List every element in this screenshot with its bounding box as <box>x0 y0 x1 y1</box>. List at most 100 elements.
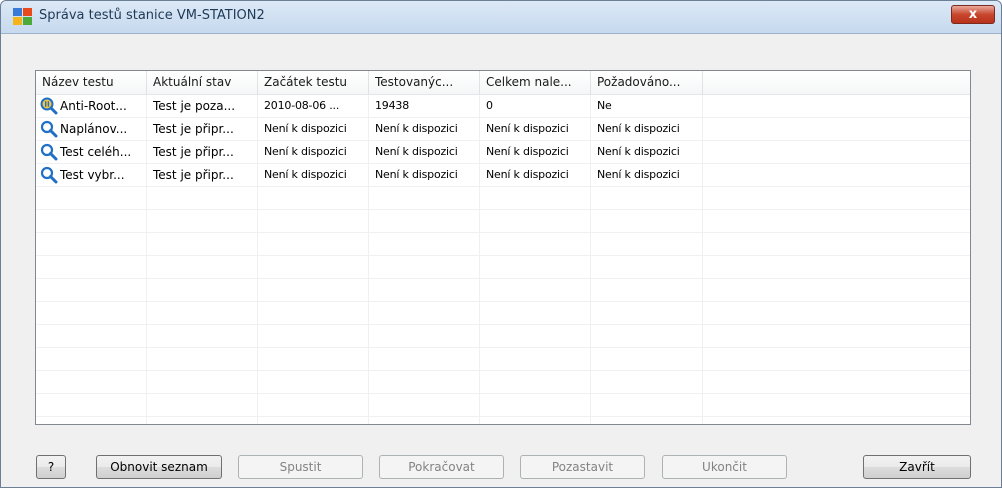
table-row[interactable]: Anti-Root... Test je poza... 2010-08-06 ..… <box>36 95 970 118</box>
empty-cell <box>369 256 480 278</box>
table-cell: 19438 <box>369 95 480 117</box>
empty-cell <box>36 302 147 324</box>
test-name-cell: Naplánov... <box>36 118 147 140</box>
column-header-start[interactable]: Začátek testu <box>258 71 369 94</box>
empty-cell <box>258 256 369 278</box>
resume-button[interactable]: Pokračovat <box>379 455 504 479</box>
empty-cell <box>369 233 480 255</box>
empty-cell <box>258 325 369 347</box>
empty-cell <box>147 394 258 416</box>
column-header-found[interactable]: Celkem nale... <box>480 71 591 94</box>
table-cell-filler <box>703 164 970 186</box>
test-name-text: Anti-Root... <box>60 99 127 113</box>
list-rows: Anti-Root... Test je poza... 2010-08-06 ..… <box>36 95 970 424</box>
title-bar[interactable]: Správa testů stanice VM-STATION2 x <box>1 1 1001 34</box>
empty-cell <box>480 233 591 255</box>
table-cell: Není k dispozici <box>591 118 703 140</box>
empty-cell <box>36 394 147 416</box>
empty-cell <box>369 417 480 424</box>
test-name-cell: Test celéh... <box>36 141 147 163</box>
empty-row <box>36 302 970 325</box>
empty-cell <box>591 325 703 347</box>
table-cell: Není k dispozici <box>480 141 591 163</box>
empty-cell <box>369 302 480 324</box>
table-row[interactable]: Test vybr... Test je připr... Není k dispo… <box>36 164 970 187</box>
empty-cell <box>258 417 369 424</box>
empty-cell <box>36 187 147 209</box>
table-cell: Test je připr... <box>147 118 258 140</box>
empty-cell <box>480 394 591 416</box>
empty-cell <box>703 325 970 347</box>
empty-cell <box>369 325 480 347</box>
empty-cell <box>703 371 970 393</box>
empty-cell <box>147 325 258 347</box>
close-button[interactable]: Zavřít <box>863 455 971 479</box>
empty-cell <box>369 371 480 393</box>
stop-button[interactable]: Ukončit <box>662 455 787 479</box>
table-row[interactable]: Test celéh... Test je připr... Není k disp… <box>36 141 970 164</box>
empty-cell <box>369 348 480 370</box>
empty-cell <box>703 279 970 301</box>
test-name-text: Test celéh... <box>60 145 132 159</box>
list-header: Název testu Aktuální stav Začátek testu … <box>36 71 970 95</box>
start-button[interactable]: Spustit <box>238 455 363 479</box>
empty-cell <box>591 233 703 255</box>
refresh-list-button[interactable]: Obnovit seznam <box>96 455 222 479</box>
empty-cell <box>591 348 703 370</box>
empty-cell <box>703 210 970 232</box>
empty-cell <box>258 394 369 416</box>
window-close-button[interactable]: x <box>951 5 995 24</box>
empty-cell <box>591 210 703 232</box>
empty-cell <box>703 187 970 209</box>
empty-cell <box>591 187 703 209</box>
tests-list[interactable]: Název testu Aktuální stav Začátek testu … <box>35 70 971 425</box>
empty-cell <box>480 348 591 370</box>
table-cell: Není k dispozici <box>258 118 369 140</box>
avg-logo-icon <box>13 8 32 25</box>
empty-cell <box>36 210 147 232</box>
empty-row <box>36 394 970 417</box>
empty-cell <box>258 187 369 209</box>
empty-cell <box>480 210 591 232</box>
empty-cell <box>147 417 258 424</box>
paused-scan-icon <box>40 97 58 115</box>
pause-button[interactable]: Pozastavit <box>520 455 645 479</box>
empty-cell <box>147 348 258 370</box>
empty-row <box>36 210 970 233</box>
column-header-status[interactable]: Aktuální stav <box>147 71 258 94</box>
empty-cell <box>591 279 703 301</box>
empty-cell <box>369 187 480 209</box>
help-button[interactable]: ? <box>36 455 66 479</box>
empty-cell <box>591 256 703 278</box>
table-cell-filler <box>703 141 970 163</box>
test-name-text: Naplánov... <box>60 122 128 136</box>
empty-cell <box>703 417 970 424</box>
empty-cell <box>147 371 258 393</box>
empty-cell <box>369 394 480 416</box>
empty-cell <box>480 302 591 324</box>
column-header-tested[interactable]: Testovanýc... <box>369 71 480 94</box>
table-cell: Test je připr... <box>147 141 258 163</box>
table-cell: Není k dispozici <box>369 141 480 163</box>
empty-cell <box>703 233 970 255</box>
column-header-required[interactable]: Požadováno... <box>591 71 703 94</box>
magnifier-icon <box>40 166 58 184</box>
table-cell: Není k dispozici <box>369 118 480 140</box>
column-header-filler <box>703 71 970 94</box>
empty-cell <box>147 233 258 255</box>
empty-cell <box>258 371 369 393</box>
empty-cell <box>147 210 258 232</box>
empty-cell <box>36 279 147 301</box>
empty-cell <box>591 371 703 393</box>
empty-cell <box>591 417 703 424</box>
table-cell: Test je poza... <box>147 95 258 117</box>
empty-row <box>36 233 970 256</box>
table-row[interactable]: Naplánov... Test je připr... Není k dispoz… <box>36 118 970 141</box>
empty-cell <box>480 417 591 424</box>
column-header-name[interactable]: Název testu <box>36 71 147 94</box>
empty-cell <box>369 279 480 301</box>
test-name-cell: Anti-Root... <box>36 95 147 117</box>
table-cell-filler <box>703 95 970 117</box>
empty-cell <box>480 187 591 209</box>
empty-cell <box>147 187 258 209</box>
